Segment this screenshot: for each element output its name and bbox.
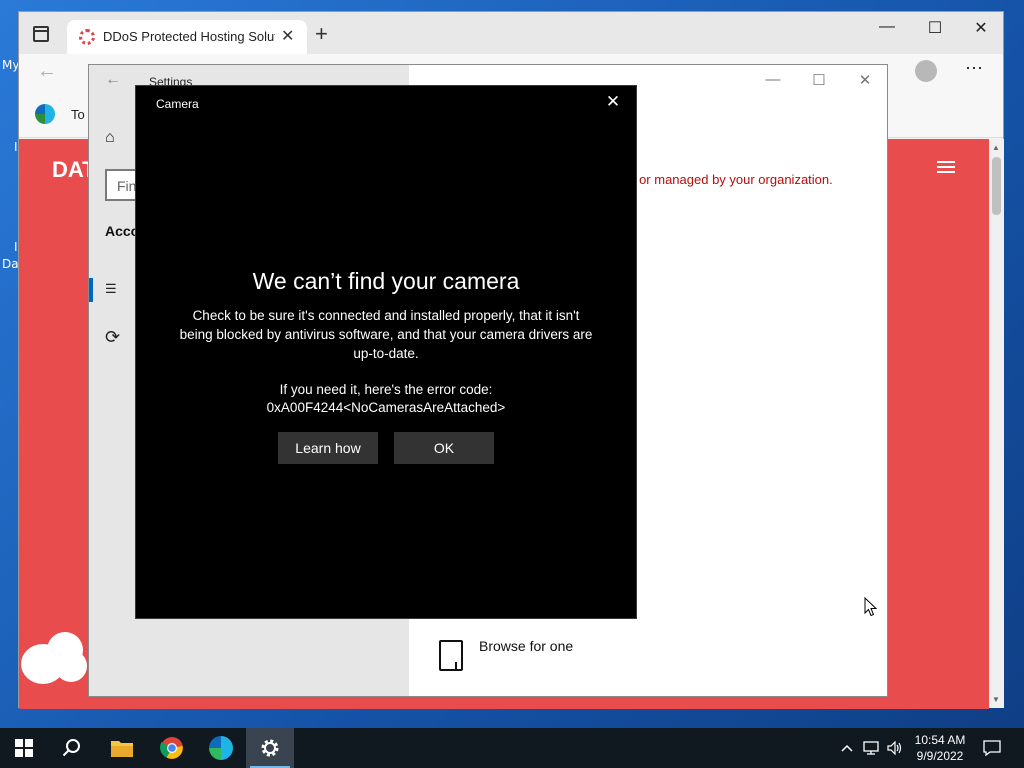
more-menu-icon[interactable]: ⋯ xyxy=(965,58,983,79)
search-icon xyxy=(62,739,80,757)
camera-dialog: Camera ✕ We can’t find your camera Check… xyxy=(135,85,637,619)
favorites-text[interactable]: To xyxy=(71,107,85,122)
scrollbar-thumb[interactable] xyxy=(992,157,1001,215)
tab-strip: DDoS Protected Hosting Solutio ✕ + — ☐ ✕ xyxy=(19,12,1003,54)
tab-title: DDoS Protected Hosting Solutio xyxy=(103,29,275,44)
error-description: Check to be sure it's connected and inst… xyxy=(179,308,593,361)
nav-selected-indicator xyxy=(89,278,93,302)
desktop-label[interactable]: I xyxy=(14,140,18,154)
show-hidden-icons-chevron-icon[interactable] xyxy=(838,728,856,768)
hamburger-menu-icon[interactable] xyxy=(937,161,955,173)
edge-icon xyxy=(209,736,233,760)
edge-button[interactable] xyxy=(197,728,245,768)
back-arrow-icon[interactable]: ← xyxy=(105,71,121,89)
error-code-label: If you need it, here's the error code: xyxy=(279,382,493,397)
browser-tab[interactable]: DDoS Protected Hosting Solutio ✕ xyxy=(67,20,307,54)
volume-icon[interactable] xyxy=(884,728,906,768)
desktop-label[interactable]: Da xyxy=(2,257,19,271)
tab-close-icon[interactable]: ✕ xyxy=(281,26,294,46)
scroll-down-icon[interactable]: ▼ xyxy=(992,695,1000,704)
taskbar-clock[interactable]: 10:54 AM 9/9/2022 xyxy=(905,732,975,764)
camera-dialog-title: Camera xyxy=(156,97,199,111)
home-icon[interactable]: ⌂ xyxy=(105,129,115,147)
error-code: 0xA00F4244<NoCamerasAreAttached> xyxy=(266,400,506,415)
settings-close-button[interactable]: ✕ xyxy=(851,71,879,89)
chrome-icon xyxy=(160,737,183,759)
back-arrow-icon[interactable]: ← xyxy=(37,60,57,83)
learn-how-button[interactable]: Learn how xyxy=(278,432,378,464)
mouse-cursor-icon xyxy=(864,597,878,617)
clock-time: 10:54 AM xyxy=(914,733,966,747)
settings-icon xyxy=(261,739,279,757)
notifications-icon[interactable] xyxy=(980,728,1004,768)
file-icon[interactable] xyxy=(439,640,463,671)
close-button[interactable]: ✕ xyxy=(966,18,996,38)
minimize-button[interactable]: — xyxy=(872,18,902,36)
edge-logo-icon xyxy=(35,104,55,124)
site-favicon-icon xyxy=(79,29,95,45)
start-button[interactable] xyxy=(0,728,48,768)
sync-icon[interactable]: ⟳ xyxy=(105,327,120,348)
new-tab-icon[interactable]: + xyxy=(315,21,328,47)
taskbar: 10:54 AM 9/9/2022 xyxy=(0,728,1024,768)
browse-for-one-link[interactable]: Browse for one xyxy=(479,638,573,654)
chrome-button[interactable] xyxy=(148,728,196,768)
network-icon[interactable] xyxy=(860,728,882,768)
organization-warning-text: en or managed by your organization. xyxy=(621,172,833,187)
windows-logo-icon xyxy=(15,739,33,757)
settings-button[interactable] xyxy=(246,728,294,768)
ok-button[interactable]: OK xyxy=(394,432,494,464)
page-scrollbar[interactable]: ▲ ▼ xyxy=(989,139,1004,708)
tab-actions-icon[interactable] xyxy=(33,26,49,42)
settings-minimize-button[interactable]: — xyxy=(759,71,787,88)
error-heading: We can’t find your camera xyxy=(252,268,520,294)
close-icon[interactable]: ✕ xyxy=(602,92,624,112)
clock-date: 9/9/2022 xyxy=(916,749,964,763)
desktop-label[interactable]: My xyxy=(2,58,19,72)
settings-maximize-button[interactable]: ☐ xyxy=(805,71,833,89)
maximize-button[interactable]: ☐ xyxy=(920,18,950,38)
profile-avatar[interactable] xyxy=(915,60,937,82)
file-explorer-button[interactable] xyxy=(98,728,146,768)
search-placeholder: Fin xyxy=(117,178,137,194)
file-explorer-icon xyxy=(111,741,133,757)
cloud-decoration xyxy=(21,624,87,684)
your-info-icon[interactable]: ☰ xyxy=(105,281,117,297)
search-button[interactable] xyxy=(48,728,96,768)
scroll-up-icon[interactable]: ▲ xyxy=(992,143,1000,152)
desktop-label[interactable]: I xyxy=(14,240,18,254)
